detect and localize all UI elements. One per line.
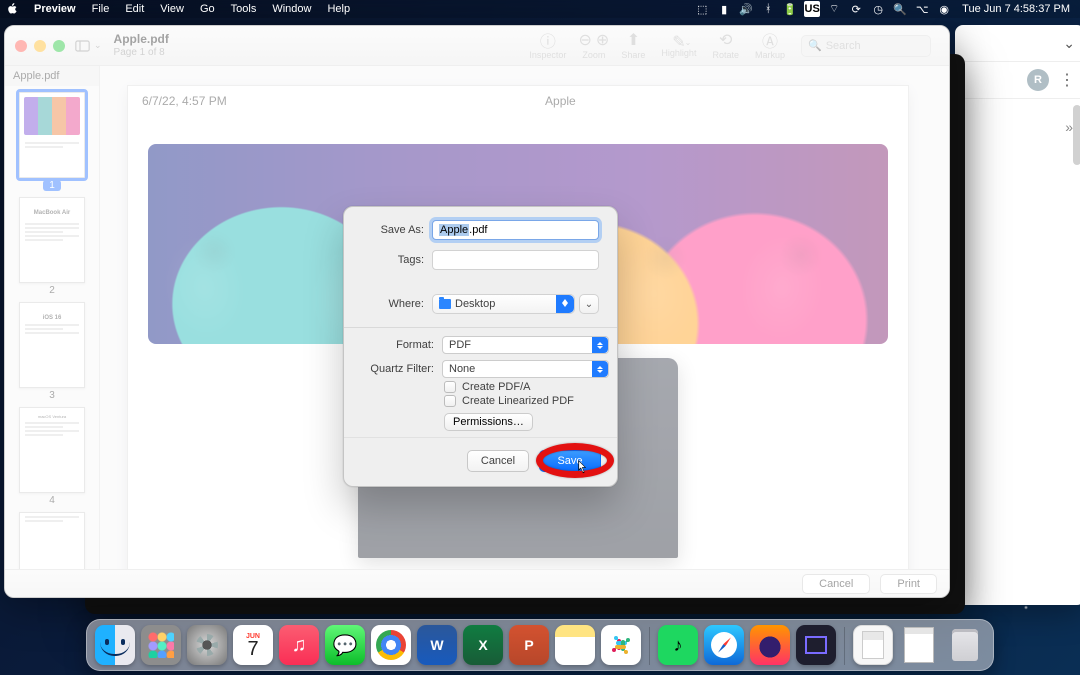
format-dropdown[interactable]: PDF [442,336,609,354]
dock-music[interactable]: ♫ [279,625,319,665]
battery-icon[interactable]: 🔋 [782,1,798,17]
search-icon[interactable]: 🔍 [892,1,908,17]
quartz-filter-dropdown[interactable]: None [442,360,609,378]
sync-icon[interactable]: ⟳ [848,1,864,17]
phone-icon[interactable]: ▮ [716,1,732,17]
clock-icon[interactable]: ◷ [870,1,886,17]
dropbox-icon[interactable]: ⬚ [694,1,710,17]
sheet-cancel-button[interactable]: Cancel [467,450,529,472]
expand-button[interactable]: ⌄ [579,294,599,314]
dock-trash[interactable] [945,625,985,665]
export-sheet: Save As: Apple.pdf Tags: Where: Desktop … [343,206,618,487]
menu-file[interactable]: File [84,3,118,15]
dock-finder[interactable] [95,625,135,665]
where-dropdown[interactable]: Desktop [432,294,575,314]
dock-system-settings[interactable] [187,625,227,665]
input-source-badge[interactable]: US [804,1,820,17]
menu-edit[interactable]: Edit [117,3,152,15]
dock-spotify[interactable]: ♪ [658,625,698,665]
menu-app-name[interactable]: Preview [26,3,84,15]
avatar[interactable]: R [1027,69,1049,91]
checkbox-icon [444,381,456,393]
dock-messages[interactable]: 💬 [325,625,365,665]
menu-tools[interactable]: Tools [223,3,265,15]
wifi-icon[interactable]: ⌔ [826,1,842,17]
dock-separator [844,627,845,665]
menu-window[interactable]: Window [264,3,319,15]
menu-view[interactable]: View [152,3,192,15]
dock-chrome[interactable] [371,625,411,665]
menu-bar: Preview File Edit View Go Tools Window H… [0,0,1080,18]
dock: JUN7 ♫ 💬 W X P ♪ [86,619,994,671]
dock-firefox[interactable] [750,625,790,665]
dock-document[interactable] [853,625,893,665]
save-as-label: Save As: [362,224,432,236]
dock-slack[interactable] [601,625,641,665]
dock-safari[interactable] [704,625,744,665]
dock-rectangle[interactable] [796,625,836,665]
bluetooth-icon[interactable]: ᚼ [760,1,776,17]
dock-textfile[interactable] [899,625,939,665]
scrollbar[interactable] [1073,105,1080,165]
volume-icon[interactable]: 🔊 [738,1,754,17]
tags-label: Tags: [362,254,432,266]
folder-icon [439,299,451,309]
permissions-button[interactable]: Permissions… [444,413,533,431]
menu-help[interactable]: Help [319,3,358,15]
forward-icon[interactable]: » [955,99,1080,155]
menu-bar-right: ⬚ ▮ 🔊 ᚼ 🔋 US ⌔ ⟳ ◷ 🔍 ⌥ ◉ Tue Jun 7 4:58:… [694,1,1074,17]
sheet-save-button[interactable]: Save [539,450,601,472]
create-pdfa-checkbox[interactable]: Create PDF/A [344,380,617,394]
menu-go[interactable]: Go [192,3,223,15]
control-center-icon[interactable]: ⌥ [914,1,930,17]
create-linearized-checkbox[interactable]: Create Linearized PDF [344,394,617,408]
dock-word[interactable]: W [417,625,457,665]
save-as-field[interactable]: Apple.pdf [432,220,599,240]
siri-icon[interactable]: ◉ [936,1,952,17]
dock-excel[interactable]: X [463,625,503,665]
dock-notes[interactable] [555,625,595,665]
preview-window: ⌄ Apple.pdf Page 1 of 8 ⓘInspector ⊖⊕Zoo… [4,25,950,598]
more-menu-icon[interactable]: ⋮ [1059,70,1075,90]
checkbox-icon [444,395,456,407]
apple-menu-icon[interactable] [6,3,18,15]
format-label: Format: [352,339,442,351]
menu-bar-clock[interactable]: Tue Jun 7 4:58:37 PM [962,3,1074,15]
dock-launchpad[interactable] [141,625,181,665]
tags-field[interactable] [432,250,599,270]
dock-powerpoint[interactable]: P [509,625,549,665]
where-label: Where: [362,298,432,310]
chevron-down-icon[interactable]: ⌄ [1063,35,1075,52]
menu-bar-left: Preview File Edit View Go Tools Window H… [26,3,358,15]
quartz-filter-label: Quartz Filter: [352,363,442,375]
dock-separator [649,627,650,665]
dock-calendar[interactable]: JUN7 [233,625,273,665]
background-window[interactable]: ⌄ R ⋮ » [955,25,1080,605]
